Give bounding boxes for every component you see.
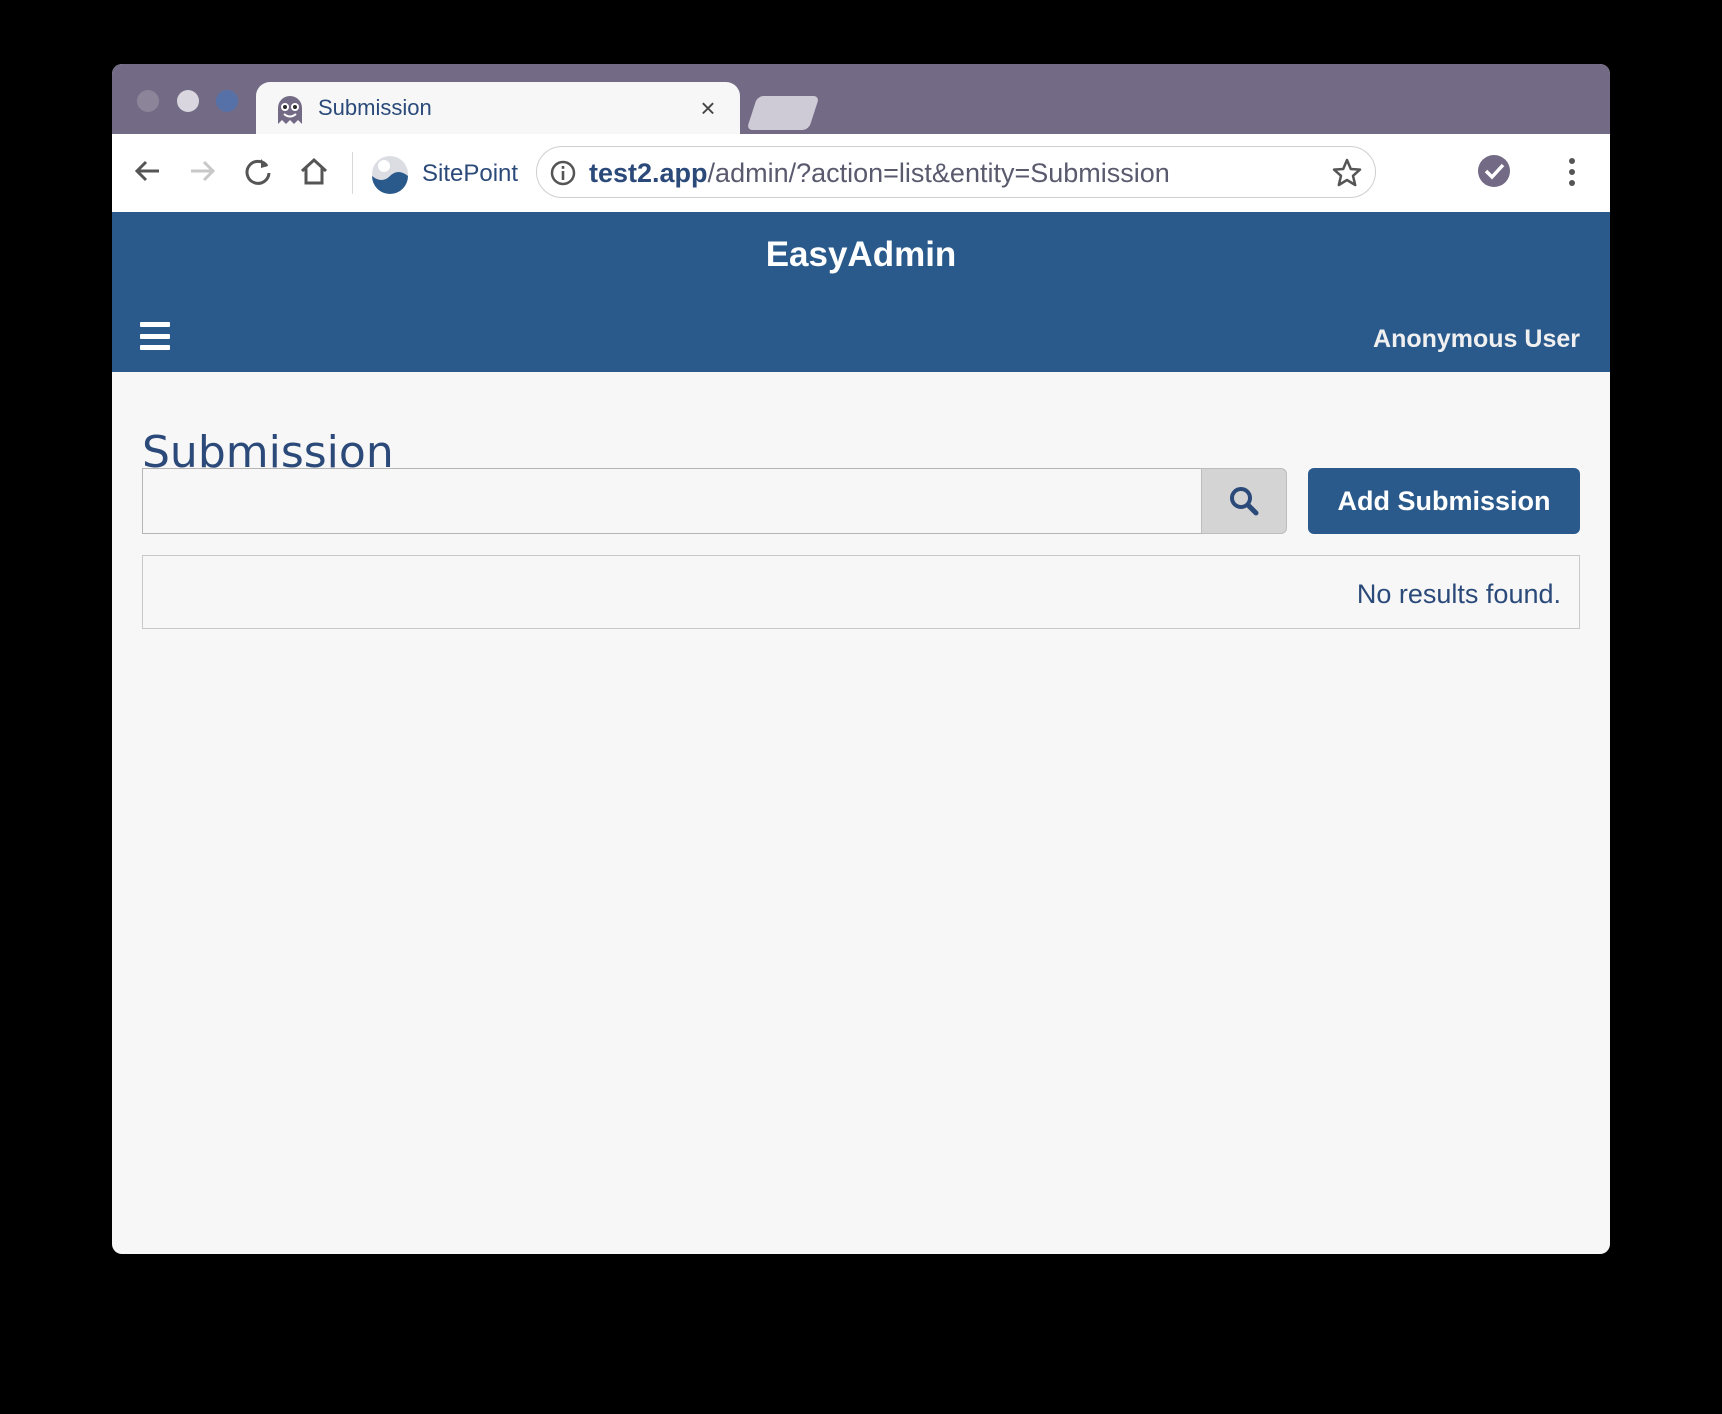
user-name[interactable]: Anonymous User [1373,324,1580,354]
results-panel: No results found. [142,555,1580,629]
search-icon [1230,487,1259,516]
info-icon[interactable] [549,159,577,187]
forward-button[interactable] [182,151,222,191]
tab-title: Submission [318,95,432,120]
main-content: Submission Add Submission No results fou… [112,372,1610,1254]
add-submission-button[interactable]: Add Submission [1308,468,1580,534]
search-button[interactable] [1201,468,1287,534]
reload-icon [245,159,271,185]
navbar: Anonymous User [112,304,1610,372]
window-close-button[interactable] [137,90,159,112]
tab-submission[interactable]: Submission × [256,82,740,134]
more-vert-icon[interactable] [1562,152,1582,192]
star-icon[interactable] [1331,157,1363,189]
window-zoom-button[interactable] [216,90,238,112]
brand-title[interactable]: EasyAdmin [112,230,1610,280]
search-input[interactable] [142,468,1208,534]
back-button[interactable] [128,151,168,191]
forward-arrow-icon [191,160,216,182]
reload-button[interactable] [238,151,278,191]
ghost-icon [278,96,302,124]
app-header: EasyAdmin Anonymous User [112,212,1610,372]
address-bar[interactable]: test2.app/admin/?action=list&entity=Subm… [536,146,1376,198]
extension-check-icon[interactable] [1476,153,1512,189]
sitepoint-logo-icon [372,156,408,194]
toolbar-divider [352,152,353,194]
bookmark-sitepoint[interactable]: SitePoint [422,159,518,189]
hamburger-menu-icon[interactable] [140,322,170,350]
tab-strip: Submission × [112,64,1610,134]
address-path: /admin/?action=list&entity=Submission [707,158,1170,188]
tab-close-icon[interactable]: × [694,94,722,122]
empty-message: No results found. [1356,579,1561,609]
window-minimize-button[interactable] [177,90,199,112]
home-icon [300,157,328,185]
address-url[interactable]: test2.app/admin/?action=list&entity=Subm… [589,158,1170,188]
home-button[interactable] [294,151,334,191]
back-arrow-icon [134,160,159,182]
browser-toolbar: SitePoint test2.app/admin/?action=list&e… [112,134,1610,213]
address-host: test2.app [589,158,708,188]
new-tab-button[interactable] [746,96,820,130]
browser-window: Submission × SitePoint test2.app/admin/?… [112,64,1610,1254]
